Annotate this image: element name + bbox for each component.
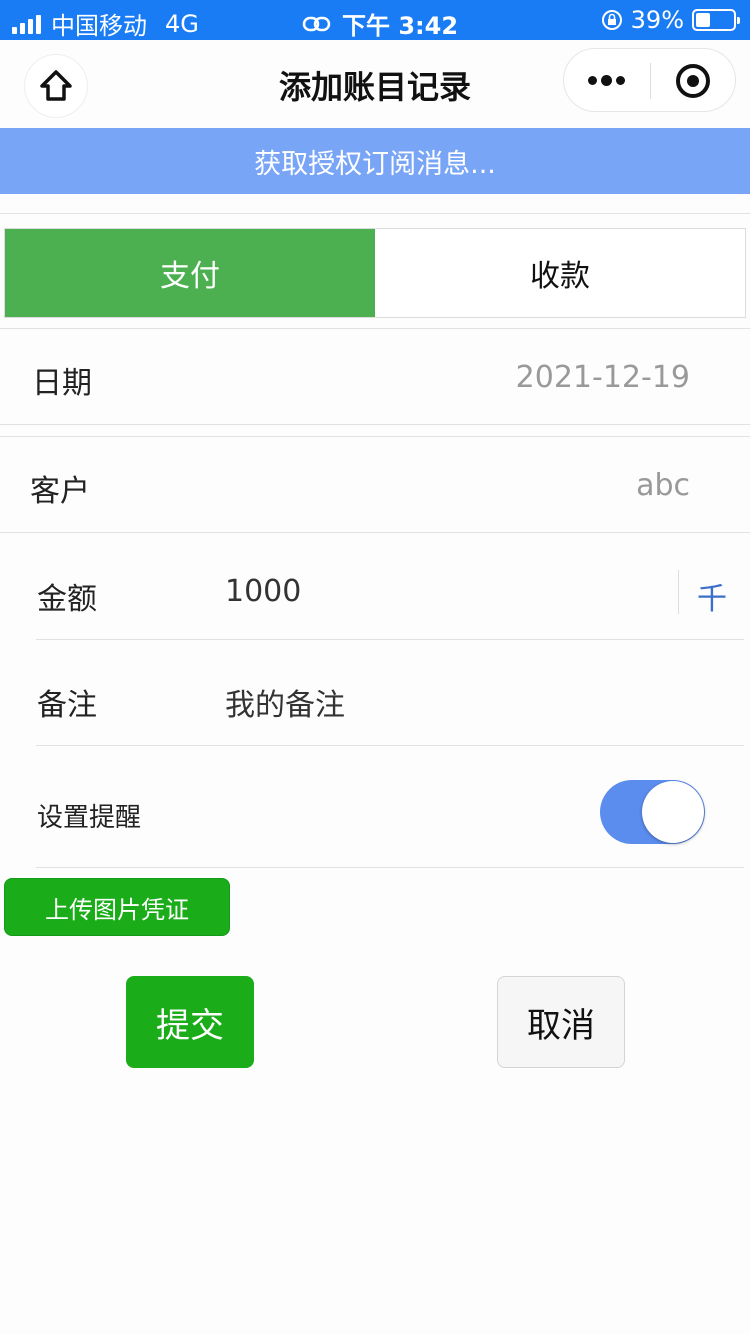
status-left: 中国移动 4G <box>12 6 199 41</box>
unit-divider <box>678 570 679 614</box>
rotation-lock-icon <box>601 10 622 30</box>
cancel-button[interactable]: 取消 <box>497 976 625 1068</box>
customer-picker[interactable]: abc <box>636 468 690 503</box>
close-target-icon[interactable] <box>676 64 710 98</box>
tab-receive[interactable]: 收款 <box>375 229 745 317</box>
miniprogram-capsule <box>563 48 736 112</box>
capsule-divider <box>650 63 651 99</box>
date-picker[interactable]: 2021-12-19 <box>516 360 690 395</box>
divider <box>0 328 750 329</box>
upload-image-label: 上传图片凭证 <box>45 895 189 924</box>
clock-time: 下午 3:42 <box>342 12 459 40</box>
tab-pay[interactable]: 支付 <box>5 229 375 317</box>
payment-type-tabs: 支付 收款 <box>4 228 746 318</box>
divider <box>36 745 744 746</box>
tab-receive-label: 收款 <box>530 259 590 294</box>
submit-label: 提交 <box>156 1005 224 1046</box>
more-icon[interactable] <box>588 75 625 86</box>
upload-image-button[interactable]: 上传图片凭证 <box>4 878 230 936</box>
amount-unit[interactable]: 千 <box>697 574 727 618</box>
customer-label: 客户 <box>30 474 90 509</box>
tab-pay-label: 支付 <box>160 259 220 294</box>
status-right: 39% <box>601 6 740 34</box>
date-label: 日期 <box>32 366 92 401</box>
divider <box>0 532 750 533</box>
divider <box>0 424 750 425</box>
carrier-label: 中国移动 <box>51 12 147 40</box>
submit-button[interactable]: 提交 <box>126 976 254 1068</box>
signal-icon <box>12 14 41 34</box>
switch-knob <box>642 781 704 843</box>
battery-percent: 39% <box>630 6 684 34</box>
status-center: 下午 3:42 <box>302 6 458 41</box>
banner-text: 获取授权订阅消息... <box>254 148 496 180</box>
divider <box>0 213 750 214</box>
reminder-switch[interactable] <box>600 780 705 844</box>
note-input[interactable]: 我的备注 <box>225 680 345 724</box>
battery-icon <box>692 9 740 31</box>
link-icon <box>302 16 331 31</box>
divider <box>0 436 750 437</box>
divider <box>36 867 744 868</box>
divider <box>36 639 744 640</box>
nav-bar: 添加账目记录 <box>0 40 750 128</box>
network-label: 4G <box>165 9 199 38</box>
cancel-label: 取消 <box>527 1005 595 1046</box>
note-label: 备注 <box>37 688 97 723</box>
amount-label: 金额 <box>37 582 97 617</box>
reminder-label: 设置提醒 <box>37 803 142 833</box>
subscription-banner: 获取授权订阅消息... <box>0 128 750 194</box>
amount-input[interactable]: 1000 <box>225 574 301 609</box>
status-bar: 中国移动 4G 下午 3:42 39% <box>0 0 750 40</box>
